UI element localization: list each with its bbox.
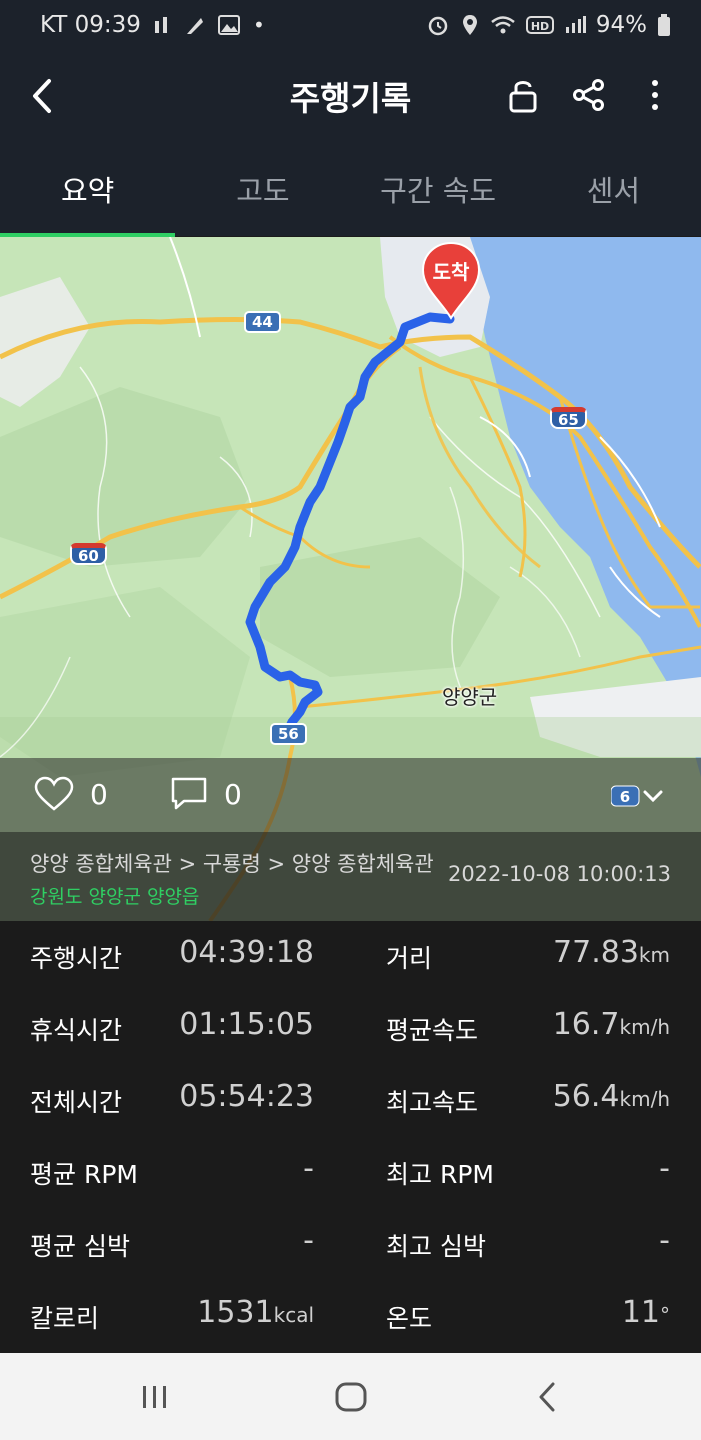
lock-button[interactable] bbox=[503, 74, 543, 116]
temperature-value: 11° bbox=[621, 1295, 670, 1330]
max-speed-label: 최고속도 bbox=[386, 1088, 479, 1117]
ride-location: 강원도 양양군 양양읍 bbox=[30, 886, 200, 908]
ride-stats: 주행시간 04:39:18 거리 77.83km 휴식시간 01:15:05 평… bbox=[0, 921, 701, 1353]
route-name: 양양 종합체육관 > 구룡령 > 양양 종합체육관 bbox=[30, 852, 434, 876]
total-time-value: 05:54:23 bbox=[179, 1079, 314, 1114]
arrival-marker-label: 도착 bbox=[432, 260, 470, 284]
max-rpm-label: 최고 RPM bbox=[386, 1160, 494, 1189]
calories-value: 1531kcal bbox=[197, 1295, 314, 1330]
like-button[interactable]: 0 bbox=[34, 776, 108, 812]
road-shield-60: 60 bbox=[70, 543, 107, 565]
recent-apps-icon bbox=[143, 1386, 166, 1408]
system-nav-bar bbox=[0, 1353, 701, 1440]
expand-button[interactable]: 6 bbox=[610, 784, 671, 812]
avg-rpm-label: 평균 RPM bbox=[30, 1160, 138, 1189]
comment-count: 0 bbox=[224, 777, 242, 811]
signal-bars-icon bbox=[153, 15, 171, 35]
cell-signal-icon bbox=[564, 15, 586, 35]
like-count: 0 bbox=[90, 777, 108, 811]
battery-percent: 94% bbox=[595, 12, 647, 38]
stat-row: 평균 RPM - 최고 RPM - bbox=[0, 1151, 701, 1223]
rest-time-value: 01:15:05 bbox=[179, 1007, 314, 1042]
location-icon bbox=[460, 13, 480, 37]
avg-speed-label: 평균속도 bbox=[386, 1016, 479, 1045]
home-icon bbox=[335, 1382, 367, 1412]
heart-icon bbox=[34, 776, 74, 811]
unlock-icon bbox=[509, 81, 537, 113]
avg-rpm-value: - bbox=[303, 1151, 314, 1186]
route-info-panel: 양양 종합체육관 > 구룡령 > 양양 종합체육관 2022-10-08 10:… bbox=[0, 832, 701, 921]
max-speed-value: 56.4km/h bbox=[552, 1079, 670, 1114]
calories-label: 칼로리 bbox=[30, 1304, 100, 1333]
comment-button[interactable]: 0 bbox=[170, 776, 242, 812]
more-vert-icon bbox=[652, 80, 658, 110]
wifi-icon bbox=[490, 14, 516, 36]
ride-datetime: 2022-10-08 10:00:13 bbox=[447, 862, 671, 886]
stat-row: 휴식시간 01:15:05 평균속도 16.7km/h bbox=[0, 1007, 701, 1079]
feather-icon bbox=[183, 14, 205, 36]
status-bar: KT 09:39 • HD 94% bbox=[0, 0, 701, 50]
tab-bar: 요약 고도 구간 속도 센서 bbox=[0, 142, 701, 236]
stat-row: 평균 심박 - 최고 심박 - bbox=[0, 1223, 701, 1295]
avg-hr-value: - bbox=[303, 1223, 314, 1258]
nav-back-icon bbox=[539, 1382, 555, 1412]
place-label: 양양군 bbox=[442, 685, 498, 709]
back-button[interactable] bbox=[22, 72, 62, 120]
tab-segment-speed[interactable]: 구간 속도 bbox=[351, 142, 526, 236]
svg-text:HD: HD bbox=[531, 20, 549, 33]
hd-icon: HD bbox=[525, 15, 554, 35]
ride-time-label: 주행시간 bbox=[30, 944, 123, 973]
tab-summary[interactable]: 요약 bbox=[0, 142, 175, 236]
max-rpm-value: - bbox=[659, 1151, 670, 1186]
nav-back-button[interactable] bbox=[524, 1375, 570, 1419]
more-menu-button[interactable] bbox=[635, 74, 675, 116]
social-bar: 0 0 6 bbox=[0, 758, 701, 832]
gallery-icon bbox=[217, 14, 241, 36]
rest-time-label: 휴식시간 bbox=[30, 1016, 123, 1045]
carrier-time: KT 09:39 bbox=[40, 12, 141, 38]
recent-apps-button[interactable] bbox=[132, 1375, 178, 1419]
temperature-label: 온도 bbox=[386, 1304, 433, 1333]
tab-elevation[interactable]: 고도 bbox=[175, 142, 350, 236]
app-bar: 주행기록 bbox=[0, 50, 701, 142]
share-icon bbox=[573, 79, 604, 111]
max-hr-label: 최고 심박 bbox=[386, 1232, 486, 1261]
battery-icon bbox=[657, 13, 671, 37]
share-button[interactable] bbox=[569, 74, 609, 116]
comment-icon bbox=[171, 777, 207, 810]
road-shield-65: 65 bbox=[550, 407, 587, 429]
distance-value: 77.83km bbox=[553, 935, 670, 970]
avg-hr-label: 평균 심박 bbox=[30, 1232, 130, 1261]
svg-text:6: 6 bbox=[620, 788, 630, 806]
distance-label: 거리 bbox=[386, 944, 433, 973]
road-shield-56: 56 bbox=[270, 723, 307, 745]
road-shield-44: 44 bbox=[244, 311, 281, 333]
tab-sensor[interactable]: 센서 bbox=[526, 142, 701, 236]
max-hr-value: - bbox=[659, 1223, 670, 1258]
stat-row: 주행시간 04:39:18 거리 77.83km bbox=[0, 935, 701, 1007]
alarm-icon bbox=[426, 13, 450, 37]
chevron-down-icon: 6 bbox=[610, 785, 663, 807]
back-arrow-icon bbox=[33, 79, 51, 113]
stat-row: 전체시간 05:54:23 최고속도 56.4km/h bbox=[0, 1079, 701, 1151]
avg-speed-value: 16.7km/h bbox=[552, 1007, 670, 1042]
dot-icon: • bbox=[252, 13, 265, 37]
ride-time-value: 04:39:18 bbox=[179, 935, 314, 970]
total-time-label: 전체시간 bbox=[30, 1088, 123, 1117]
home-button[interactable] bbox=[328, 1375, 374, 1419]
